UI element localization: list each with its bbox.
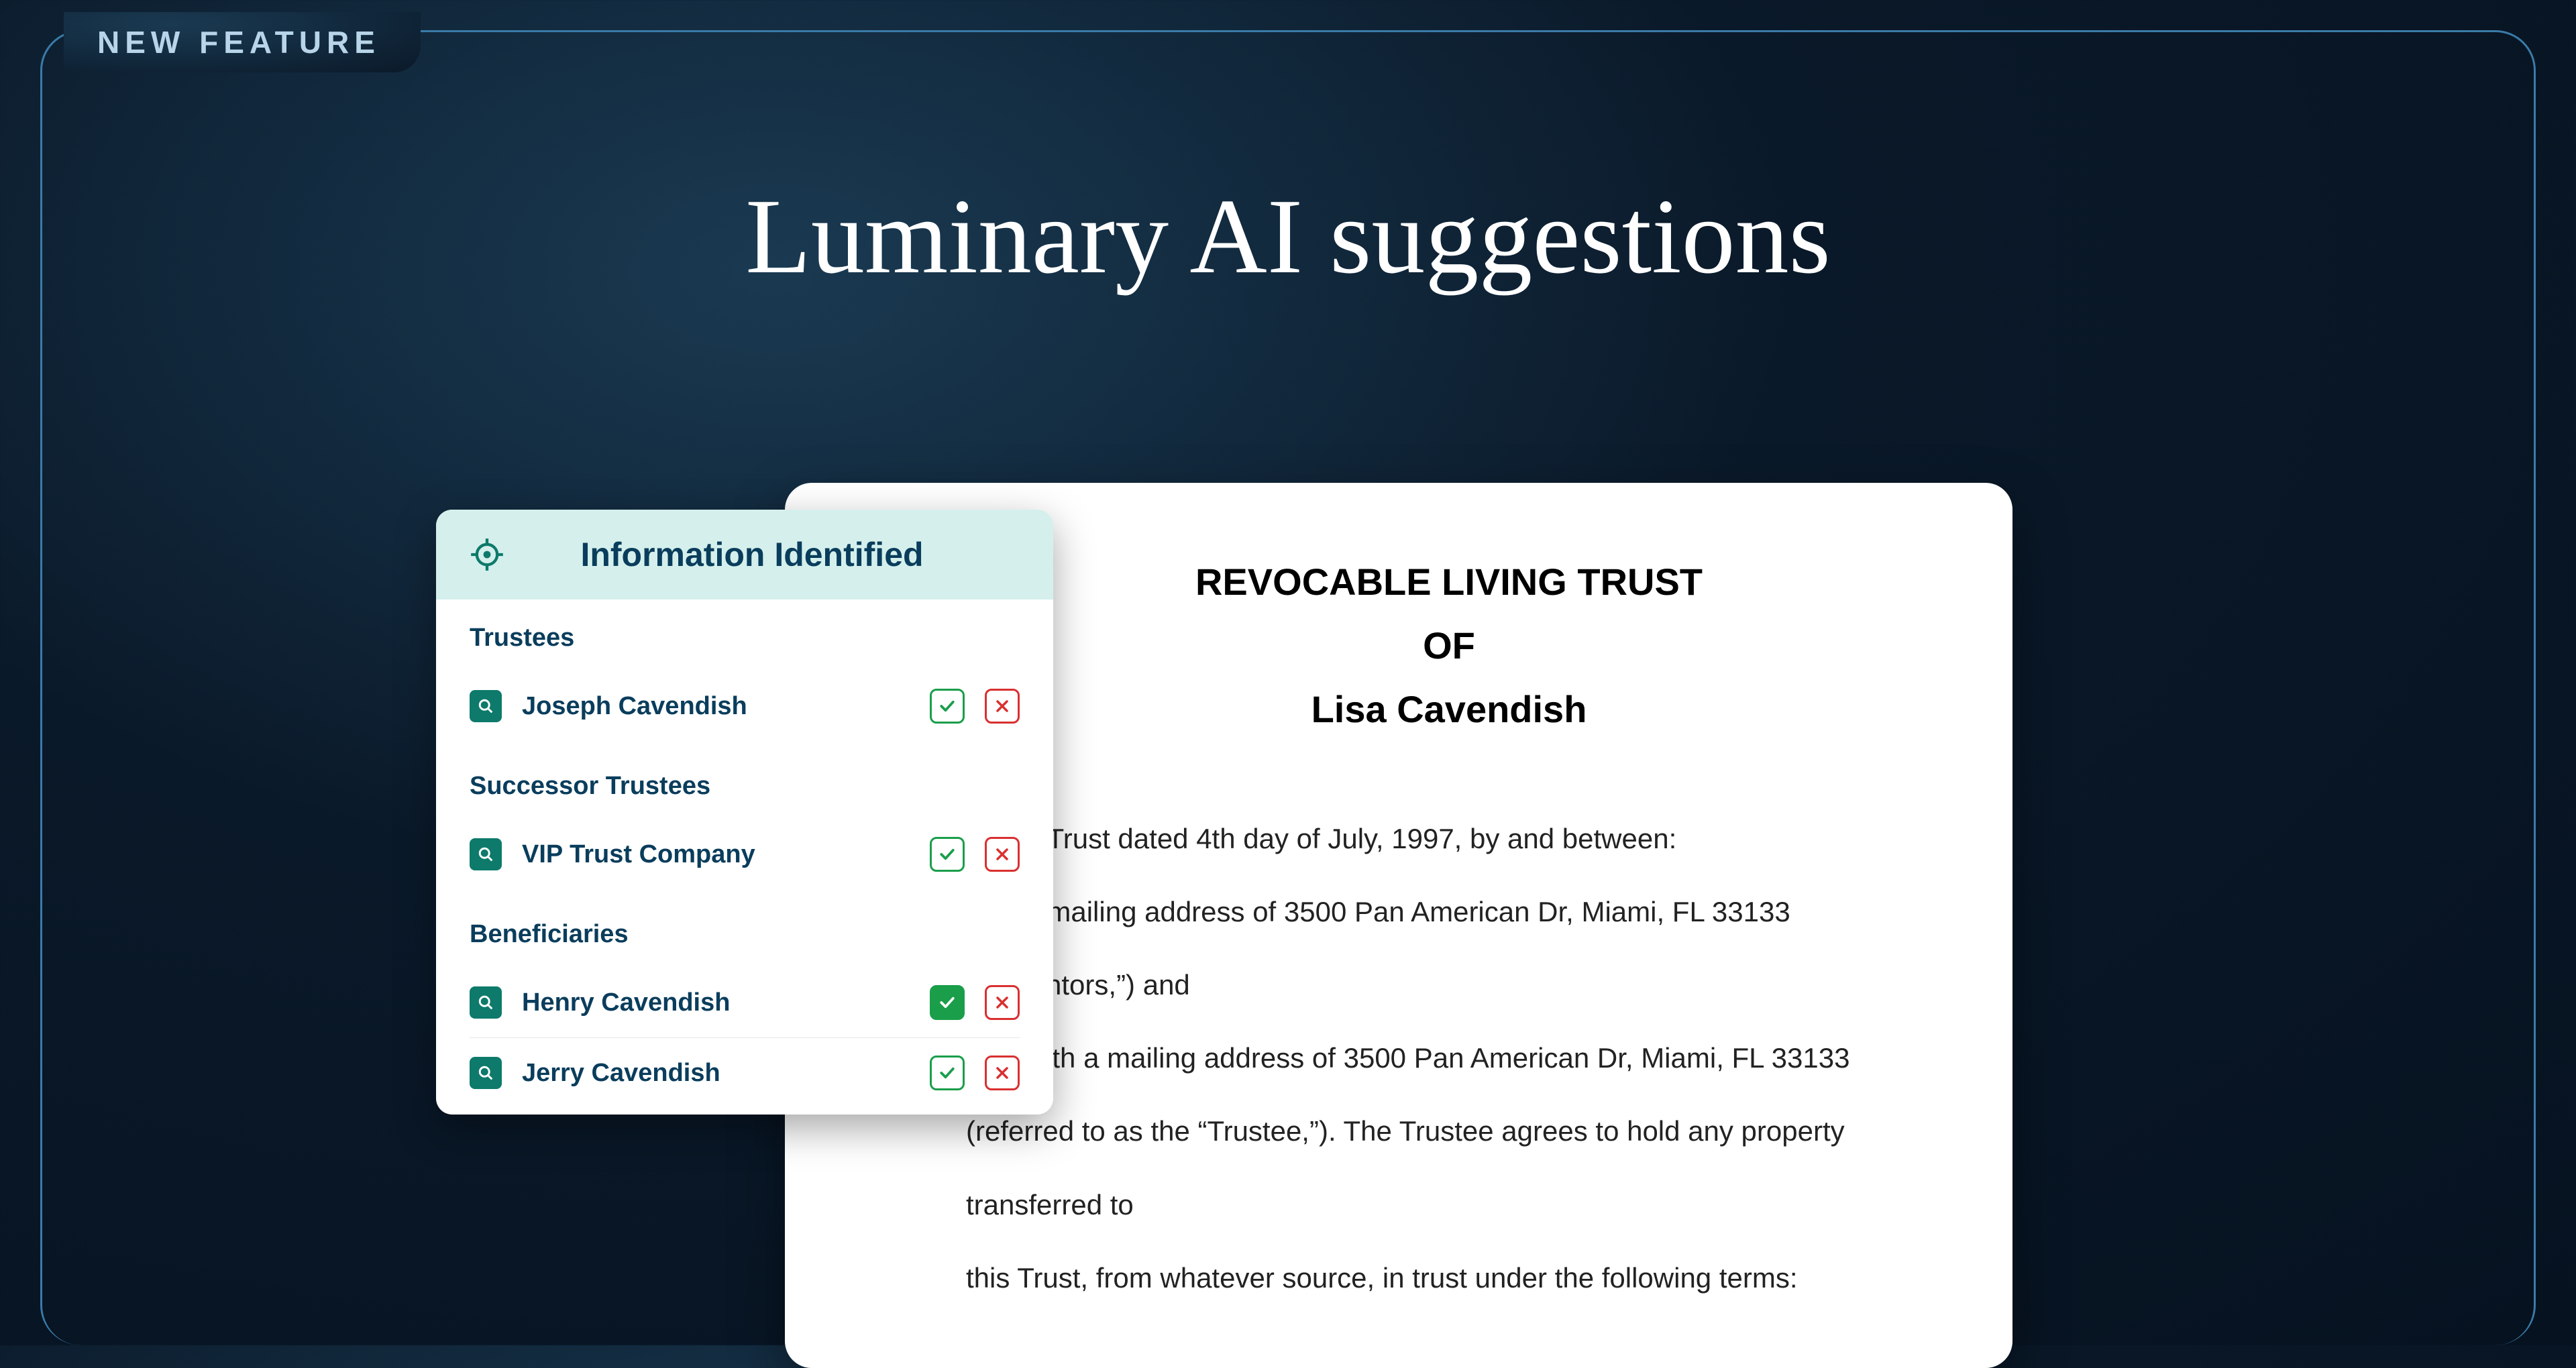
accept-button[interactable]: [930, 689, 965, 724]
suggestion-name: Joseph Cavendish: [522, 692, 910, 721]
panel-section: Beneficiaries Henry Cavendish Jerry Cavend…: [436, 896, 1053, 1115]
document-body: Living Trust dated 4th day of July, 1997…: [966, 802, 1932, 1314]
doc-heading-line2: OF: [966, 614, 1932, 677]
info-identified-panel: Information Identified Trustees Joseph Ca…: [436, 510, 1053, 1115]
search-icon[interactable]: [470, 1057, 502, 1089]
panel-section: Successor Trustees VIP Trust Company: [436, 748, 1053, 896]
page-title: Luminary AI suggestions: [0, 174, 2576, 298]
suggestion-name: VIP Trust Company: [522, 840, 910, 869]
suggestion-row: Henry Cavendish: [470, 968, 1020, 1038]
section-title: Beneficiaries: [470, 920, 1020, 949]
doc-line: (referred to as the “Trustee,”). The Tru…: [966, 1094, 1932, 1241]
accept-button[interactable]: [930, 837, 965, 872]
doc-line: dish with a mailing address of 3500 Pan …: [966, 1021, 1932, 1094]
doc-heading-line1: REVOCABLE LIVING TRUST: [966, 550, 1932, 614]
suggestion-row: Joseph Cavendish: [470, 671, 1020, 741]
panel-header: Information Identified: [436, 510, 1053, 600]
reject-button[interactable]: [985, 985, 1020, 1020]
feature-badge: NEW FEATURE: [64, 12, 421, 72]
section-title: Trustees: [470, 624, 1020, 652]
panel-section: Trustees Joseph Cavendish: [436, 600, 1053, 748]
suggestion-name: Henry Cavendish: [522, 988, 910, 1017]
doc-line: e “Grantors,”) and: [966, 948, 1932, 1021]
doc-line: Living Trust dated 4th day of July, 1997…: [966, 802, 1932, 875]
suggestion-name: Jerry Cavendish: [522, 1059, 910, 1088]
target-icon: [470, 537, 504, 572]
doc-heading-line3: Lisa Cavendish: [966, 677, 1932, 741]
accept-button[interactable]: [930, 985, 965, 1020]
reject-button[interactable]: [985, 1056, 1020, 1090]
suggestion-row: Jerry Cavendish: [470, 1038, 1020, 1108]
panel-title: Information Identified: [531, 535, 973, 574]
reject-button[interactable]: [985, 689, 1020, 724]
document-heading: REVOCABLE LIVING TRUST OF Lisa Cavendish: [966, 550, 1932, 742]
accept-button[interactable]: [930, 1056, 965, 1090]
suggestion-row: VIP Trust Company: [470, 819, 1020, 889]
section-title: Successor Trustees: [470, 772, 1020, 801]
feature-badge-text: NEW FEATURE: [97, 25, 380, 60]
doc-line: this Trust, from whatever source, in tru…: [966, 1241, 1932, 1314]
search-icon[interactable]: [470, 838, 502, 870]
search-icon[interactable]: [470, 690, 502, 722]
doc-line: with a mailing address of 3500 Pan Ameri…: [966, 875, 1932, 948]
search-icon[interactable]: [470, 986, 502, 1019]
reject-button[interactable]: [985, 837, 1020, 872]
